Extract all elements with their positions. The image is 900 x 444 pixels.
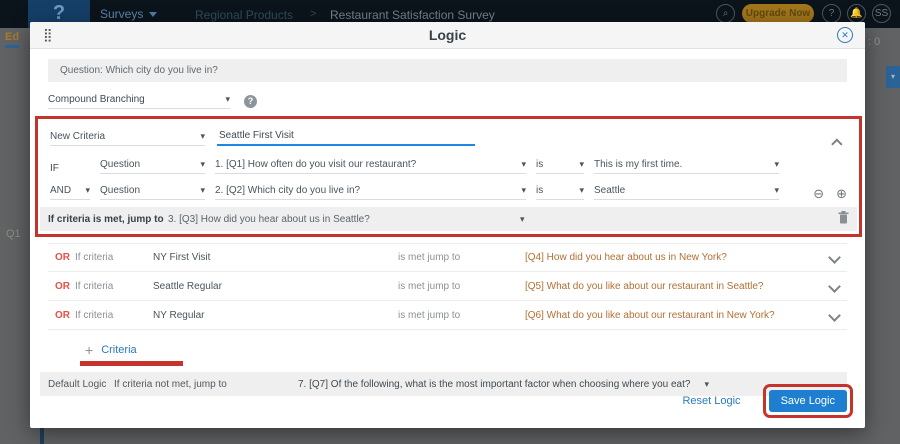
- criteria-row-collapsed[interactable]: OR If criteria NY Regular is met jump to…: [48, 301, 847, 330]
- close-icon[interactable]: [837, 27, 853, 43]
- delete-criteria-icon[interactable]: [838, 211, 849, 227]
- default-logic-label: Default Logic: [48, 379, 114, 390]
- modal-title: Logic: [30, 22, 865, 49]
- conjunction-label: IF: [50, 163, 90, 174]
- condition-value-select[interactable]: This is my first time.: [594, 159, 779, 174]
- add-criteria-annotation: [80, 361, 183, 366]
- met-label: is met jump to: [398, 281, 525, 292]
- save-logic-annotation: Save Logic: [763, 384, 853, 418]
- notifications-bell-icon[interactable]: 🔔: [847, 4, 866, 23]
- not-met-label: If criteria not met, jump to: [114, 379, 298, 390]
- chevron-down-icon[interactable]: [828, 251, 841, 264]
- background-partial-button: [886, 66, 900, 88]
- chevron-down-icon: [579, 159, 584, 170]
- condition-question-select[interactable]: 2. [Q2] Which city do you live in?: [215, 185, 526, 200]
- breadcrumb-separator: >: [310, 8, 316, 20]
- condition-operator-select[interactable]: is: [536, 159, 584, 174]
- chevron-down-icon: [521, 159, 526, 170]
- chevron-down-icon[interactable]: [828, 309, 841, 322]
- search-icon[interactable]: ⌕: [716, 4, 735, 23]
- jump-to-question-select[interactable]: 3. [Q3] How did you hear about us in Sea…: [168, 214, 520, 225]
- condition-type-select[interactable]: Question: [100, 185, 205, 200]
- reset-logic-link[interactable]: Reset Logic: [682, 395, 740, 407]
- criteria-name: NY Regular: [153, 310, 398, 321]
- breadcrumb-parent[interactable]: Regional Products: [195, 8, 293, 22]
- criteria-name: Seattle Regular: [153, 281, 398, 292]
- chevron-down-icon: [200, 185, 205, 196]
- met-label: is met jump to: [398, 310, 525, 321]
- chevron-down-icon: [774, 185, 779, 196]
- help-icon[interactable]: ?: [822, 4, 841, 23]
- condition-question-select[interactable]: 1. [Q1] How often do you visit our resta…: [215, 159, 526, 174]
- criteria-editor-annotation: New Criteria IF Question 1. [Q1] How oft…: [35, 116, 862, 237]
- jump-to-label: If criteria is met, jump to: [48, 214, 168, 225]
- condition-value-select[interactable]: Seattle: [594, 185, 779, 200]
- if-criteria-label: If criteria: [75, 281, 153, 292]
- chevron-down-icon: [521, 185, 526, 196]
- chevron-down-icon: [149, 12, 157, 17]
- modal-header: Logic: [30, 22, 865, 49]
- chevron-down-icon: [200, 159, 205, 170]
- if-criteria-label: If criteria: [75, 252, 153, 263]
- criteria-name: NY First Visit: [153, 252, 398, 263]
- if-criteria-label: If criteria: [75, 310, 153, 321]
- chevron-down-icon[interactable]: [828, 280, 841, 293]
- drag-handle-icon[interactable]: [43, 27, 53, 43]
- background-edit-tab: Ed: [5, 31, 19, 48]
- chevron-down-icon: [579, 185, 584, 196]
- plus-icon: +: [85, 342, 93, 358]
- breadcrumb-current: Restaurant Satisfaction Survey: [330, 8, 495, 22]
- background-divider: [40, 428, 44, 444]
- chevron-down-icon: [520, 214, 525, 225]
- background-right-fragment: : 0: [868, 36, 880, 48]
- or-label: OR: [48, 252, 75, 263]
- avatar[interactable]: SS: [872, 4, 891, 23]
- chevron-down-icon: [85, 185, 90, 196]
- jump-target: [Q6] What do you like about our restaura…: [525, 310, 830, 321]
- nav-surveys-menu[interactable]: Surveys: [100, 7, 157, 21]
- chevron-down-icon: [200, 131, 205, 142]
- help-icon[interactable]: ?: [244, 95, 257, 108]
- or-label: OR: [48, 281, 75, 292]
- criteria-name-select[interactable]: New Criteria: [50, 131, 205, 146]
- save-logic-button[interactable]: Save Logic: [769, 390, 847, 412]
- chevron-up-icon[interactable]: [831, 138, 842, 149]
- met-label: is met jump to: [398, 252, 525, 263]
- remove-condition-icon[interactable]: ⊖: [813, 187, 824, 200]
- conjunction-select[interactable]: AND: [50, 185, 90, 200]
- condition-row: AND Question 2. [Q2] Which city do you l…: [50, 181, 847, 200]
- chevron-down-icon: [774, 159, 779, 170]
- default-jump-select[interactable]: 7. [Q7] Of the following, what is the mo…: [298, 379, 690, 390]
- condition-type-select[interactable]: Question: [100, 159, 205, 174]
- background-question-label: Q1: [6, 228, 21, 240]
- jump-to-bar: If criteria is met, jump to 3. [Q3] How …: [40, 207, 857, 231]
- branching-type-select[interactable]: Compound Branching: [48, 94, 230, 109]
- criteria-row-collapsed[interactable]: OR If criteria NY First Visit is met jum…: [48, 243, 847, 272]
- add-condition-icon[interactable]: ⊕: [836, 187, 847, 200]
- condition-operator-select[interactable]: is: [536, 185, 584, 200]
- jump-target: [Q4] How did you hear about us in New Yo…: [525, 252, 830, 263]
- or-label: OR: [48, 310, 75, 321]
- add-criteria-button[interactable]: + Criteria: [85, 342, 137, 358]
- jump-target: [Q5] What do you like about our restaura…: [525, 281, 830, 292]
- criteria-row-collapsed[interactable]: OR If criteria Seattle Regular is met ju…: [48, 272, 847, 301]
- condition-row: IF Question 1. [Q1] How often do you vis…: [50, 155, 847, 174]
- chevron-down-icon: [225, 94, 230, 105]
- criteria-name-input[interactable]: [217, 128, 475, 146]
- upgrade-now-button[interactable]: Upgrade Now: [742, 4, 814, 23]
- question-context-bar: Question: Which city do you live in?: [48, 59, 847, 82]
- logic-modal: Logic Question: Which city do you live i…: [30, 22, 865, 428]
